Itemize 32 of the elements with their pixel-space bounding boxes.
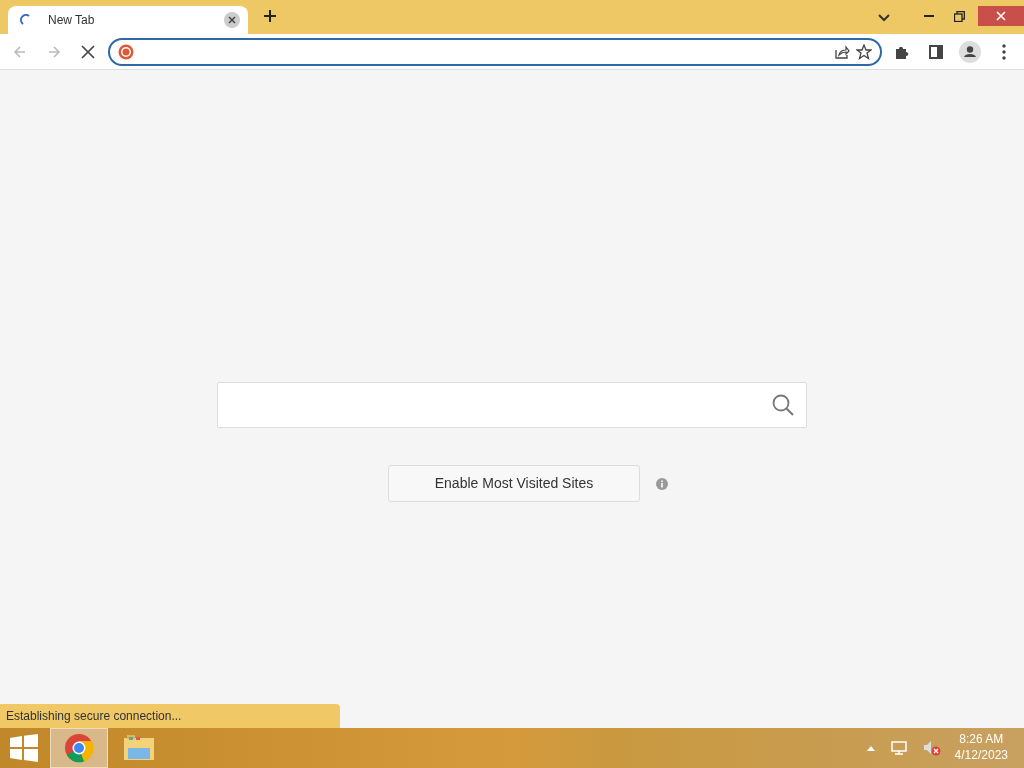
taskbar-app-button[interactable]: [50, 728, 108, 768]
browser-logo-icon: [64, 733, 94, 763]
arrow-right-icon: [46, 43, 62, 60]
duck-logo-icon: [118, 43, 134, 60]
address-bar[interactable]: [108, 37, 882, 66]
enable-most-visited-button[interactable]: Enable Most Visited Sites: [388, 465, 640, 502]
close-icon: [228, 16, 236, 24]
clock-date: 4/12/2023: [954, 748, 1008, 764]
chevron-up-icon[interactable]: [866, 745, 875, 751]
network-icon[interactable]: [890, 741, 907, 755]
plus-icon: [263, 9, 277, 23]
star-icon[interactable]: [856, 43, 872, 60]
info-icon[interactable]: [656, 477, 668, 490]
minimize-icon: [924, 15, 934, 17]
share-icon[interactable]: [834, 43, 850, 60]
restore-icon: [953, 10, 965, 22]
close-icon: [996, 11, 1006, 21]
person-icon: [959, 40, 981, 63]
status-text: Establishing secure connection...: [0, 704, 340, 728]
chevron-down-icon: [878, 14, 890, 22]
search-icon[interactable]: [772, 394, 794, 416]
close-icon: [81, 44, 95, 59]
side-panel-icon: [929, 44, 943, 59]
folder-icon: [123, 734, 155, 762]
speaker-muted-icon[interactable]: [922, 740, 941, 756]
browser-tab[interactable]: New Tab: [8, 6, 248, 34]
close-tab-button[interactable]: [224, 12, 240, 28]
more-vertical-icon: [1002, 43, 1006, 60]
clock-time: 8:26 AM: [958, 732, 1005, 748]
search-field[interactable]: [217, 382, 807, 428]
arrow-left-icon: [12, 43, 28, 60]
windows-logo-icon: [10, 734, 38, 762]
